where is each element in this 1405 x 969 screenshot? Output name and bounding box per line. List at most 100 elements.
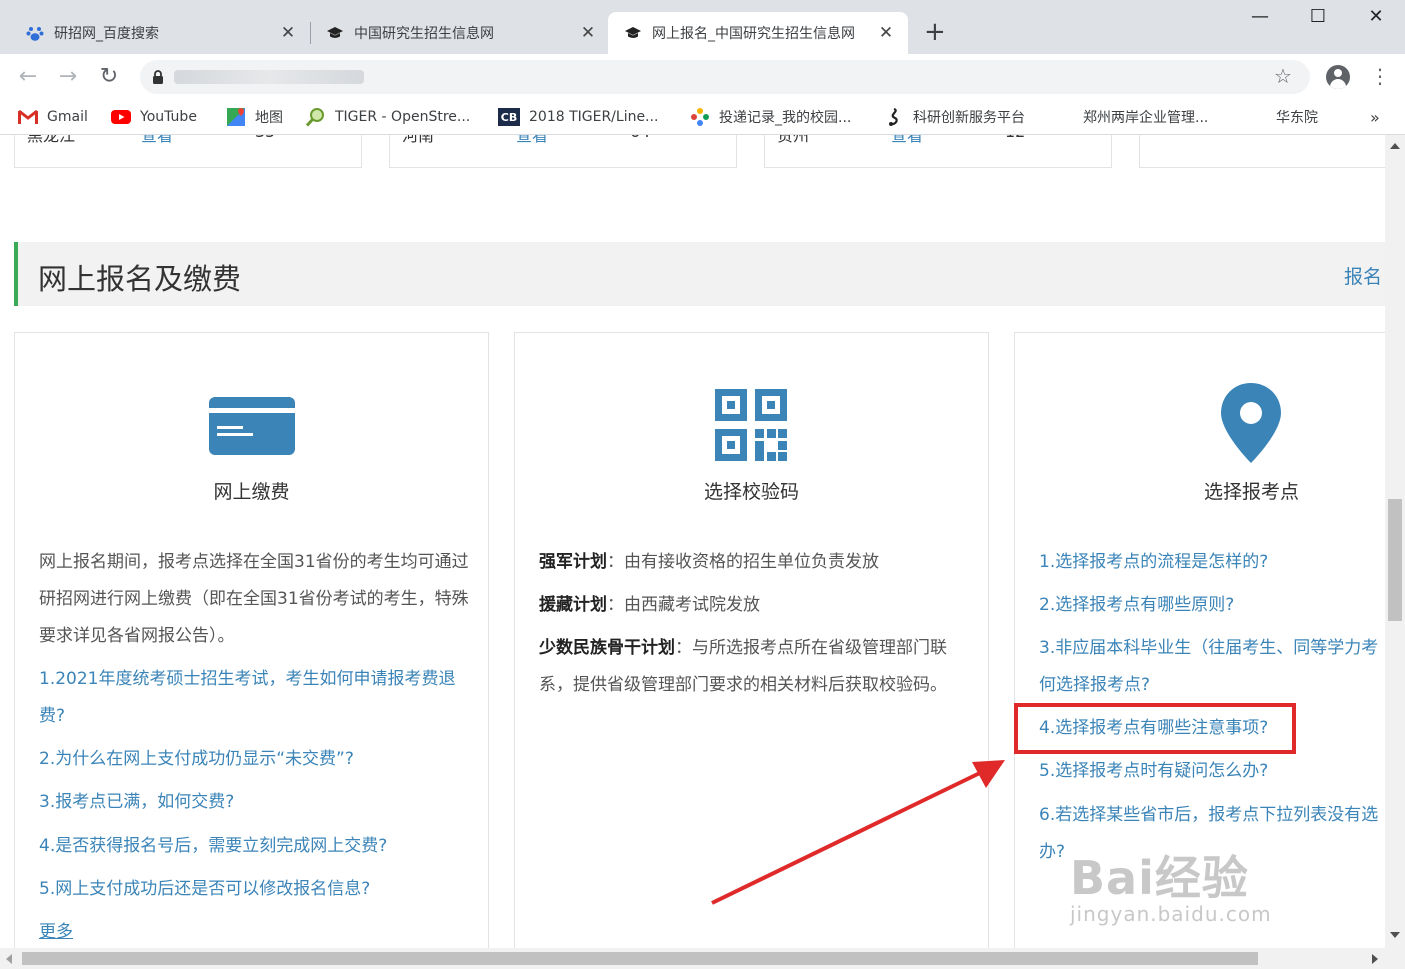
payment-faq-link-5[interactable]: 5.网上支付成功后还是否可以修改报名信息? (39, 871, 479, 908)
plan-name: 援藏计划 (539, 595, 607, 615)
section-more-link[interactable]: 报名 (1344, 262, 1382, 289)
bookmark-maps[interactable]: 地图 (226, 100, 283, 134)
bookmark-huadongyuan[interactable]: 华东院 (1276, 100, 1318, 134)
baidu-jingyan-watermark: Bai经验 jingyan.baidu.com (1070, 842, 1272, 926)
new-tab-button[interactable]: + (924, 18, 946, 46)
credit-card-icon (209, 397, 295, 455)
close-icon[interactable]: ✕ (876, 23, 896, 43)
forward-arrow-icon[interactable]: → (54, 64, 82, 89)
browser-toolbar: ← → ↻ ☆ ⋮ (0, 54, 1405, 100)
bookmark-label: 华东院 (1276, 110, 1318, 126)
card-title: 网上缴费 (213, 481, 290, 503)
bookmark-label: 郑州两岸企业管理... (1083, 110, 1209, 126)
profile-avatar-icon[interactable] (1326, 65, 1350, 89)
province-name: 河南 (402, 135, 435, 145)
close-icon[interactable]: ✕ (278, 23, 298, 43)
close-icon[interactable]: ✕ (578, 23, 598, 43)
page-viewport: 黑龙江 查看 35 河南 查看 64 贵州 查看 12 网上报名及缴费 报名 网… (0, 135, 1385, 948)
bookmark-label: 地图 (255, 110, 283, 126)
youtube-icon (111, 108, 131, 126)
horizontal-scrollbar[interactable] (0, 948, 1405, 969)
bookmark-tiger-line[interactable]: CB 2018 TIGER/Line... (498, 100, 658, 134)
music-note-icon (884, 107, 904, 126)
province-card-heilongjiang: 黑龙江 查看 35 (14, 135, 362, 168)
bookmark-label: Gmail (47, 109, 88, 125)
bookmark-gmail[interactable]: Gmail (18, 100, 88, 134)
watermark-domain: jingyan.baidu.com (1070, 902, 1272, 926)
scroll-down-icon[interactable] (1390, 932, 1400, 938)
scroll-left-icon[interactable] (6, 954, 12, 964)
maximize-icon[interactable]: ☐ (1298, 6, 1338, 27)
province-view-link[interactable]: 查看 (141, 135, 173, 146)
menu-kebab-icon[interactable]: ⋮ (1370, 64, 1390, 88)
location-pin-icon (1221, 383, 1281, 463)
province-card-guizhou: 贵州 查看 12 (764, 135, 1112, 168)
tab-online-registration[interactable]: 网上报名_中国研究生招生信息网 ✕ (608, 12, 908, 54)
card-title: 选择校验码 (703, 481, 799, 503)
plan-minority: 少数民族骨干计划：与所选报考点所在省级管理部门联系，提供省级管理部门要求的相关材… (539, 630, 979, 704)
highlight-box (1014, 703, 1296, 754)
flower-icon (690, 108, 710, 126)
address-bar[interactable] (140, 60, 1310, 94)
annotation-arrow-icon (711, 760, 1005, 905)
window-close-icon[interactable]: ✕ (1356, 6, 1396, 27)
magnifier-map-icon (306, 108, 326, 127)
province-view-link[interactable]: 查看 (891, 135, 923, 146)
scroll-thumb[interactable] (22, 952, 1258, 965)
minimize-icon[interactable]: — (1240, 6, 1280, 27)
baidu-paw-icon (26, 24, 44, 42)
scroll-up-icon[interactable] (1390, 143, 1400, 149)
bookmark-research-platform[interactable]: 科研创新服务平台 (884, 100, 1025, 134)
plan-separator: ： (607, 595, 624, 615)
card-online-payment: 网上缴费 网上报名期间，报考点选择在全国31省份的考生均可通过研招网进行网上缴费… (14, 332, 489, 948)
section-header: 网上报名及缴费 报名 (14, 242, 1385, 306)
maps-icon (226, 108, 246, 126)
bookmark-star-icon[interactable]: ☆ (1274, 64, 1292, 88)
tab-baidu-search[interactable]: 研招网_百度搜索 ✕ (0, 12, 310, 54)
payment-faq-link-2[interactable]: 2.为什么在网上支付成功仍显示“未交费”? (39, 741, 479, 778)
plan-name: 强军计划 (539, 552, 607, 572)
province-view-link[interactable]: 查看 (516, 135, 548, 146)
site-faq-link-5[interactable]: 5.选择报考点时有疑问怎么办? (1039, 753, 1385, 790)
province-count: 12 (1005, 135, 1025, 141)
vertical-scrollbar[interactable] (1385, 135, 1405, 948)
watermark-brand: Bai经验 (1070, 851, 1249, 905)
bookmark-label: 2018 TIGER/Line... (529, 109, 659, 125)
cb-icon: CB (498, 108, 520, 126)
payment-faq-link-1[interactable]: 1.2021年度统考硕士招生考试，考生如何申请报考费退费? (39, 661, 469, 735)
scroll-right-icon[interactable] (1372, 954, 1378, 964)
tab-yanzhao[interactable]: 中国研究生招生信息网 ✕ (300, 12, 610, 54)
reload-icon[interactable]: ↻ (95, 64, 123, 89)
province-name: 贵州 (777, 135, 810, 145)
tab-label: 中国研究生招生信息网 (354, 26, 494, 42)
payment-faq-link-3[interactable]: 3.报考点已满，如何交费? (39, 784, 479, 821)
bookmarks-bar: Gmail YouTube 地图 TIGER - OpenStre... CB … (0, 100, 1405, 135)
bookmark-zhengzhou[interactable]: 郑州两岸企业管理... (1083, 100, 1208, 134)
site-faq-link-1[interactable]: 1.选择报考点的流程是怎样的? (1039, 544, 1385, 581)
plan-qiangjun: 强军计划：由有接收资格的招生单位负责发放 (539, 544, 979, 581)
payment-faq-link-4[interactable]: 4.是否获得报名号后，需要立刻完成网上交费? (39, 828, 479, 865)
bookmark-delivery-records[interactable]: 投递记录_我的校园... (690, 100, 851, 134)
bookmark-label: 科研创新服务平台 (913, 110, 1025, 126)
bookmark-tiger-openstreet[interactable]: TIGER - OpenStre... (306, 100, 470, 134)
payment-more-link[interactable]: 更多 (39, 914, 479, 948)
plan-text: 由有接收资格的招生单位负责发放 (624, 552, 879, 572)
tab-strip: 研招网_百度搜索 ✕ 中国研究生招生信息网 ✕ 网上报名_中国研究生招生信息网 … (0, 0, 1405, 54)
back-arrow-icon[interactable]: ← (14, 64, 42, 89)
province-card-henan: 河南 查看 64 (389, 135, 737, 168)
scroll-thumb[interactable] (1388, 499, 1402, 621)
plan-yuanzang: 援藏计划：由西藏考试院发放 (539, 587, 979, 624)
site-faq-link-2[interactable]: 2.选择报考点有哪些原则? (1039, 587, 1385, 624)
site-faq-link-6[interactable]: 6.若选择某些省市后，报考点下拉列表没有选 (1039, 797, 1385, 834)
payment-description: 网上报名期间，报考点选择在全国31省份的考生均可通过研招网进行网上缴费（即在全国… (39, 552, 469, 646)
province-count: 64 (630, 135, 650, 141)
graduation-cap-icon (326, 24, 344, 42)
gmail-icon (18, 108, 38, 126)
bookmarks-overflow-button[interactable]: » (1370, 100, 1380, 134)
province-card-empty (1139, 135, 1385, 168)
bookmark-youtube[interactable]: YouTube (111, 100, 197, 134)
province-name: 黑龙江 (27, 135, 76, 145)
graduation-cap-icon (624, 24, 642, 42)
site-faq-link-3[interactable]: 3.非应届本科毕业生（往届考生、同等学力考 (1039, 630, 1385, 667)
site-faq-link-3-cont[interactable]: 何选择报考点? (1039, 667, 1385, 704)
